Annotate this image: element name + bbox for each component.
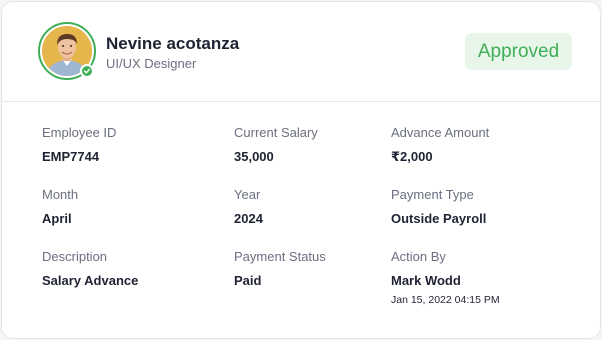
year-value: 2024	[234, 211, 263, 226]
action-timestamp: Jan 15, 2022 04:15 PM	[391, 294, 500, 306]
verified-check-icon	[80, 64, 94, 78]
employee-id-field: Employee ID EMP7744	[42, 125, 116, 164]
payment-type-value: Outside Payroll	[391, 211, 487, 226]
advance-amount-value: ₹2,000	[391, 149, 433, 164]
description-value: Salary Advance	[42, 273, 139, 288]
action-by-value: Mark Wodd	[391, 273, 461, 288]
advance-amount-field: Advance Amount ₹2,000	[391, 125, 489, 165]
action-by-label: Action By	[391, 249, 446, 264]
payment-status-value: Paid	[234, 273, 262, 288]
action-by-field: Action By Mark Wodd Jan 15, 2022 04:15 P…	[391, 249, 500, 306]
advance-amount-label: Advance Amount	[391, 125, 490, 140]
month-label: Month	[42, 187, 79, 202]
current-salary-value: 35,000	[234, 149, 274, 164]
current-salary-field: Current Salary 35,000	[234, 125, 318, 164]
payment-status-field: Payment Status Paid	[234, 249, 326, 288]
description-label: Description	[42, 249, 108, 264]
month-value: April	[42, 211, 72, 226]
employee-role: UI/UX Designer	[106, 56, 197, 71]
month-field: Month April	[42, 187, 78, 226]
year-field: Year 2024	[234, 187, 263, 226]
description-field: Description Salary Advance	[42, 249, 138, 288]
payment-status-label: Payment Status	[234, 249, 326, 264]
payment-type-label: Payment Type	[391, 187, 474, 202]
year-label: Year	[234, 187, 261, 202]
status-badge: Approved	[465, 33, 572, 70]
payment-type-field: Payment Type Outside Payroll	[391, 187, 486, 226]
advance-request-card: Nevine acotanza UI/UX Designer Approved …	[1, 1, 601, 339]
employee-id-value: EMP7744	[42, 149, 100, 164]
current-salary-label: Current Salary	[234, 125, 318, 140]
employee-id-label: Employee ID	[42, 125, 117, 140]
employee-name: Nevine acotanza	[106, 34, 240, 53]
card-header: Nevine acotanza UI/UX Designer Approved	[2, 2, 600, 102]
